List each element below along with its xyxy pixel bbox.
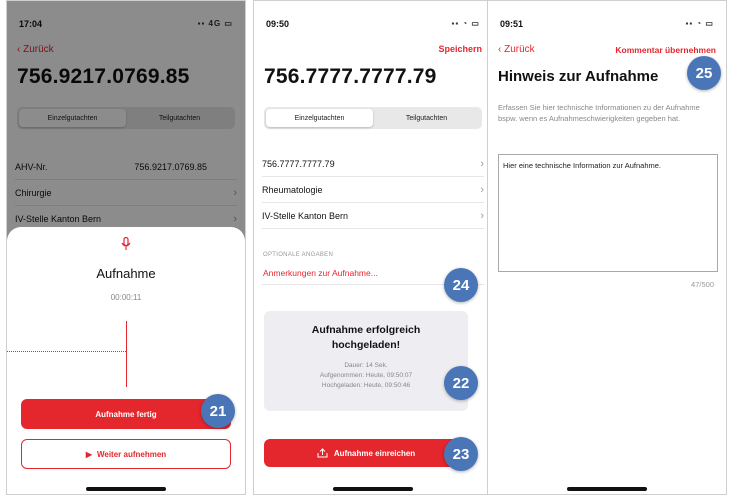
textarea-value: Hier eine technische Information zur Auf… (503, 161, 662, 170)
callout-badge: 22 (444, 366, 478, 400)
home-indicator (567, 487, 647, 491)
status-icons: ▪▪ ◔ ▭ (685, 19, 714, 28)
row-label: 756.7777.7777.79 (262, 158, 335, 169)
list-item[interactable]: Rheumatologie › (262, 177, 484, 203)
status-time: 09:50 (266, 19, 290, 29)
callout-badge: 23 (444, 437, 478, 471)
continue-recording-button[interactable]: ▶ Weiter aufnehmen (21, 439, 231, 469)
callout-badge: 21 (201, 394, 235, 428)
segment-teilgutachten[interactable]: Teilgutachten (373, 109, 480, 127)
description-text: Erfassen Sie hier technische Information… (498, 103, 700, 123)
home-indicator (333, 487, 413, 491)
status-bar: 09:51 ▪▪ ◔ ▭ (500, 19, 714, 29)
phone-screen-upload: 09:50 ▪▪ ◔ ▭ Speichern 756.7777.7777.79 … (253, 0, 493, 495)
status-icons: ▪▪ ◔ ▭ (451, 19, 480, 28)
waveform-line (7, 351, 126, 352)
char-counter: 47/500 (691, 280, 714, 289)
finish-recording-button[interactable]: Aufnahme fertig (21, 399, 231, 429)
status-bar: 09:50 ▪▪ ◔ ▭ (266, 19, 480, 29)
page-title: 756.7777.7777.79 (264, 65, 437, 88)
segment-einzelgutachten[interactable]: Einzelgutachten (266, 109, 373, 127)
list-item[interactable]: IV-Stelle Kanton Bern › (262, 203, 484, 229)
back-button[interactable]: ‹ Zurück (498, 44, 535, 55)
play-icon: ▶ (85, 449, 92, 459)
apply-comment-button[interactable]: Kommentar übernehmen (615, 45, 716, 55)
comment-textarea[interactable]: Hier eine technische Information zur Auf… (498, 154, 718, 272)
row-label: IV-Stelle Kanton Bern (262, 210, 349, 221)
card-title: Aufnahme erfolgreich hochgeladen! (311, 324, 421, 351)
remarks-link[interactable]: Anmerkungen zur Aufnahme... (263, 268, 378, 278)
phone-screen-comment: 09:51 ▪▪ ◔ ▭ ‹ Zurück Kommentar übernehm… (487, 0, 727, 495)
recording-sheet: Aufnahme 00:00:11 Aufnahme fertig ▶ Weit… (7, 227, 245, 494)
chevron-right-icon: › (480, 157, 484, 170)
row-label: Rheumatologie (262, 184, 323, 195)
upload-success-card: Aufnahme erfolgreich hochgeladen! Dauer:… (264, 311, 468, 411)
playhead-line (126, 321, 127, 387)
page-title: Hinweis zur Aufnahme (498, 68, 659, 85)
segmented-control[interactable]: Einzelgutachten Teilgutachten (264, 107, 482, 129)
phone-screen-recording: 17:04 ▪▪ 4G ▭ ‹ Zurück 756.9217.0769.85 … (6, 0, 246, 495)
chevron-right-icon: › (480, 209, 484, 222)
card-details: Dauer: 14 Sek. Aufgenommen: Heute, 09:50… (319, 362, 413, 389)
list-item[interactable]: 756.7777.7777.79 › (262, 151, 484, 177)
upload-icon (317, 448, 328, 458)
home-indicator (86, 487, 166, 491)
submit-recording-button[interactable]: Aufnahme einreichen (264, 439, 468, 467)
microphone-icon (7, 236, 245, 256)
save-button[interactable]: Speichern (438, 44, 482, 54)
status-time: 09:51 (500, 19, 524, 29)
chevron-right-icon: › (480, 183, 484, 196)
callout-badge: 24 (444, 268, 478, 302)
sheet-heading: Aufnahme (96, 266, 156, 281)
callout-badge: 25 (687, 56, 721, 90)
recording-timer: 00:00:11 (110, 293, 142, 302)
section-label: OPTIONALE ANGABEN (263, 252, 334, 258)
